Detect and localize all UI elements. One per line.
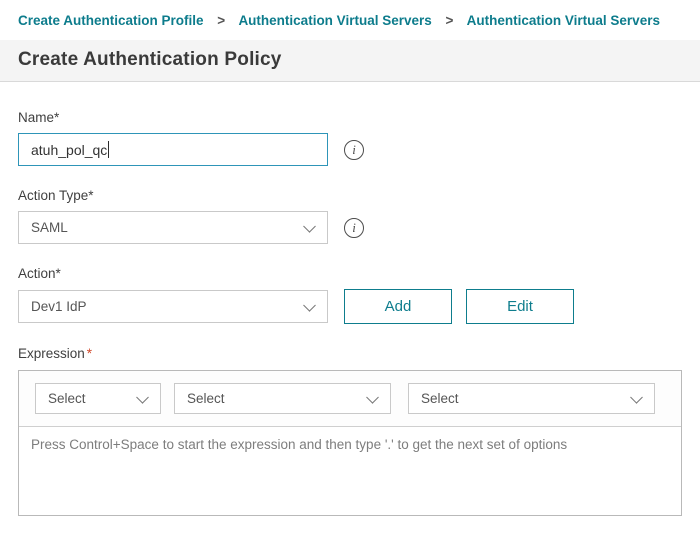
info-icon[interactable]: i bbox=[344, 140, 364, 160]
action-type-select[interactable]: SAML bbox=[18, 211, 328, 244]
page-header: Create Authentication Policy bbox=[0, 40, 700, 82]
action-label: Action* bbox=[18, 266, 682, 281]
action-field-group: Action* Dev1 IdP Add Edit bbox=[18, 266, 682, 324]
chevron-down-icon bbox=[630, 391, 643, 404]
expression-select-1[interactable]: Select bbox=[35, 383, 161, 414]
breadcrumb-item-create-authentication-profile[interactable]: Create Authentication Profile bbox=[18, 13, 204, 28]
create-authentication-policy-form: Name* atuh_pol_qc i Action Type* SAML i … bbox=[0, 82, 700, 516]
breadcrumb-item-authentication-virtual-servers[interactable]: Authentication Virtual Servers bbox=[238, 13, 431, 28]
expression-field-group: Expression* Select Select Select Press C… bbox=[18, 346, 682, 516]
edit-button[interactable]: Edit bbox=[466, 289, 574, 324]
action-type-label-text: Action Type bbox=[18, 188, 88, 203]
add-button[interactable]: Add bbox=[344, 289, 452, 324]
action-type-required-mark: * bbox=[88, 188, 93, 203]
name-label: Name* bbox=[18, 110, 682, 125]
expression-select-3[interactable]: Select bbox=[408, 383, 655, 414]
expression-input[interactable]: Press Control+Space to start the express… bbox=[19, 427, 681, 515]
text-caret bbox=[108, 141, 109, 158]
action-selected-value: Dev1 IdP bbox=[31, 299, 87, 314]
name-label-text: Name bbox=[18, 110, 54, 125]
breadcrumb: Create Authentication Profile > Authenti… bbox=[0, 0, 700, 40]
expression-label-text: Expression bbox=[18, 346, 85, 361]
info-icon[interactable]: i bbox=[344, 218, 364, 238]
action-label-text: Action bbox=[18, 266, 56, 281]
expression-select-3-value: Select bbox=[421, 391, 459, 406]
action-type-selected-value: SAML bbox=[31, 220, 68, 235]
expression-placeholder: Press Control+Space to start the express… bbox=[31, 437, 567, 452]
action-select[interactable]: Dev1 IdP bbox=[18, 290, 328, 323]
expression-select-1-value: Select bbox=[48, 391, 86, 406]
name-required-mark: * bbox=[54, 110, 59, 125]
chevron-down-icon bbox=[366, 391, 379, 404]
chevron-down-icon bbox=[303, 299, 316, 312]
name-field-group: Name* atuh_pol_qc i bbox=[18, 110, 682, 166]
chevron-down-icon bbox=[303, 220, 316, 233]
expression-select-2[interactable]: Select bbox=[174, 383, 391, 414]
breadcrumb-separator: > bbox=[217, 13, 225, 28]
action-type-label: Action Type* bbox=[18, 188, 682, 203]
expression-required-mark: * bbox=[87, 346, 92, 361]
breadcrumb-item-authentication-virtual-servers-2[interactable]: Authentication Virtual Servers bbox=[467, 13, 660, 28]
action-type-field-group: Action Type* SAML i bbox=[18, 188, 682, 244]
expression-label: Expression* bbox=[18, 346, 682, 361]
chevron-down-icon bbox=[136, 391, 149, 404]
page-title: Create Authentication Policy bbox=[18, 49, 682, 71]
expression-select-2-value: Select bbox=[187, 391, 225, 406]
name-input-value: atuh_pol_qc bbox=[31, 142, 107, 158]
name-input[interactable]: atuh_pol_qc bbox=[18, 133, 328, 166]
expression-builder: Select Select Select Press Control+Space… bbox=[18, 370, 682, 516]
expression-toolbar: Select Select Select bbox=[19, 371, 681, 427]
action-required-mark: * bbox=[56, 266, 61, 281]
breadcrumb-separator: > bbox=[446, 13, 454, 28]
